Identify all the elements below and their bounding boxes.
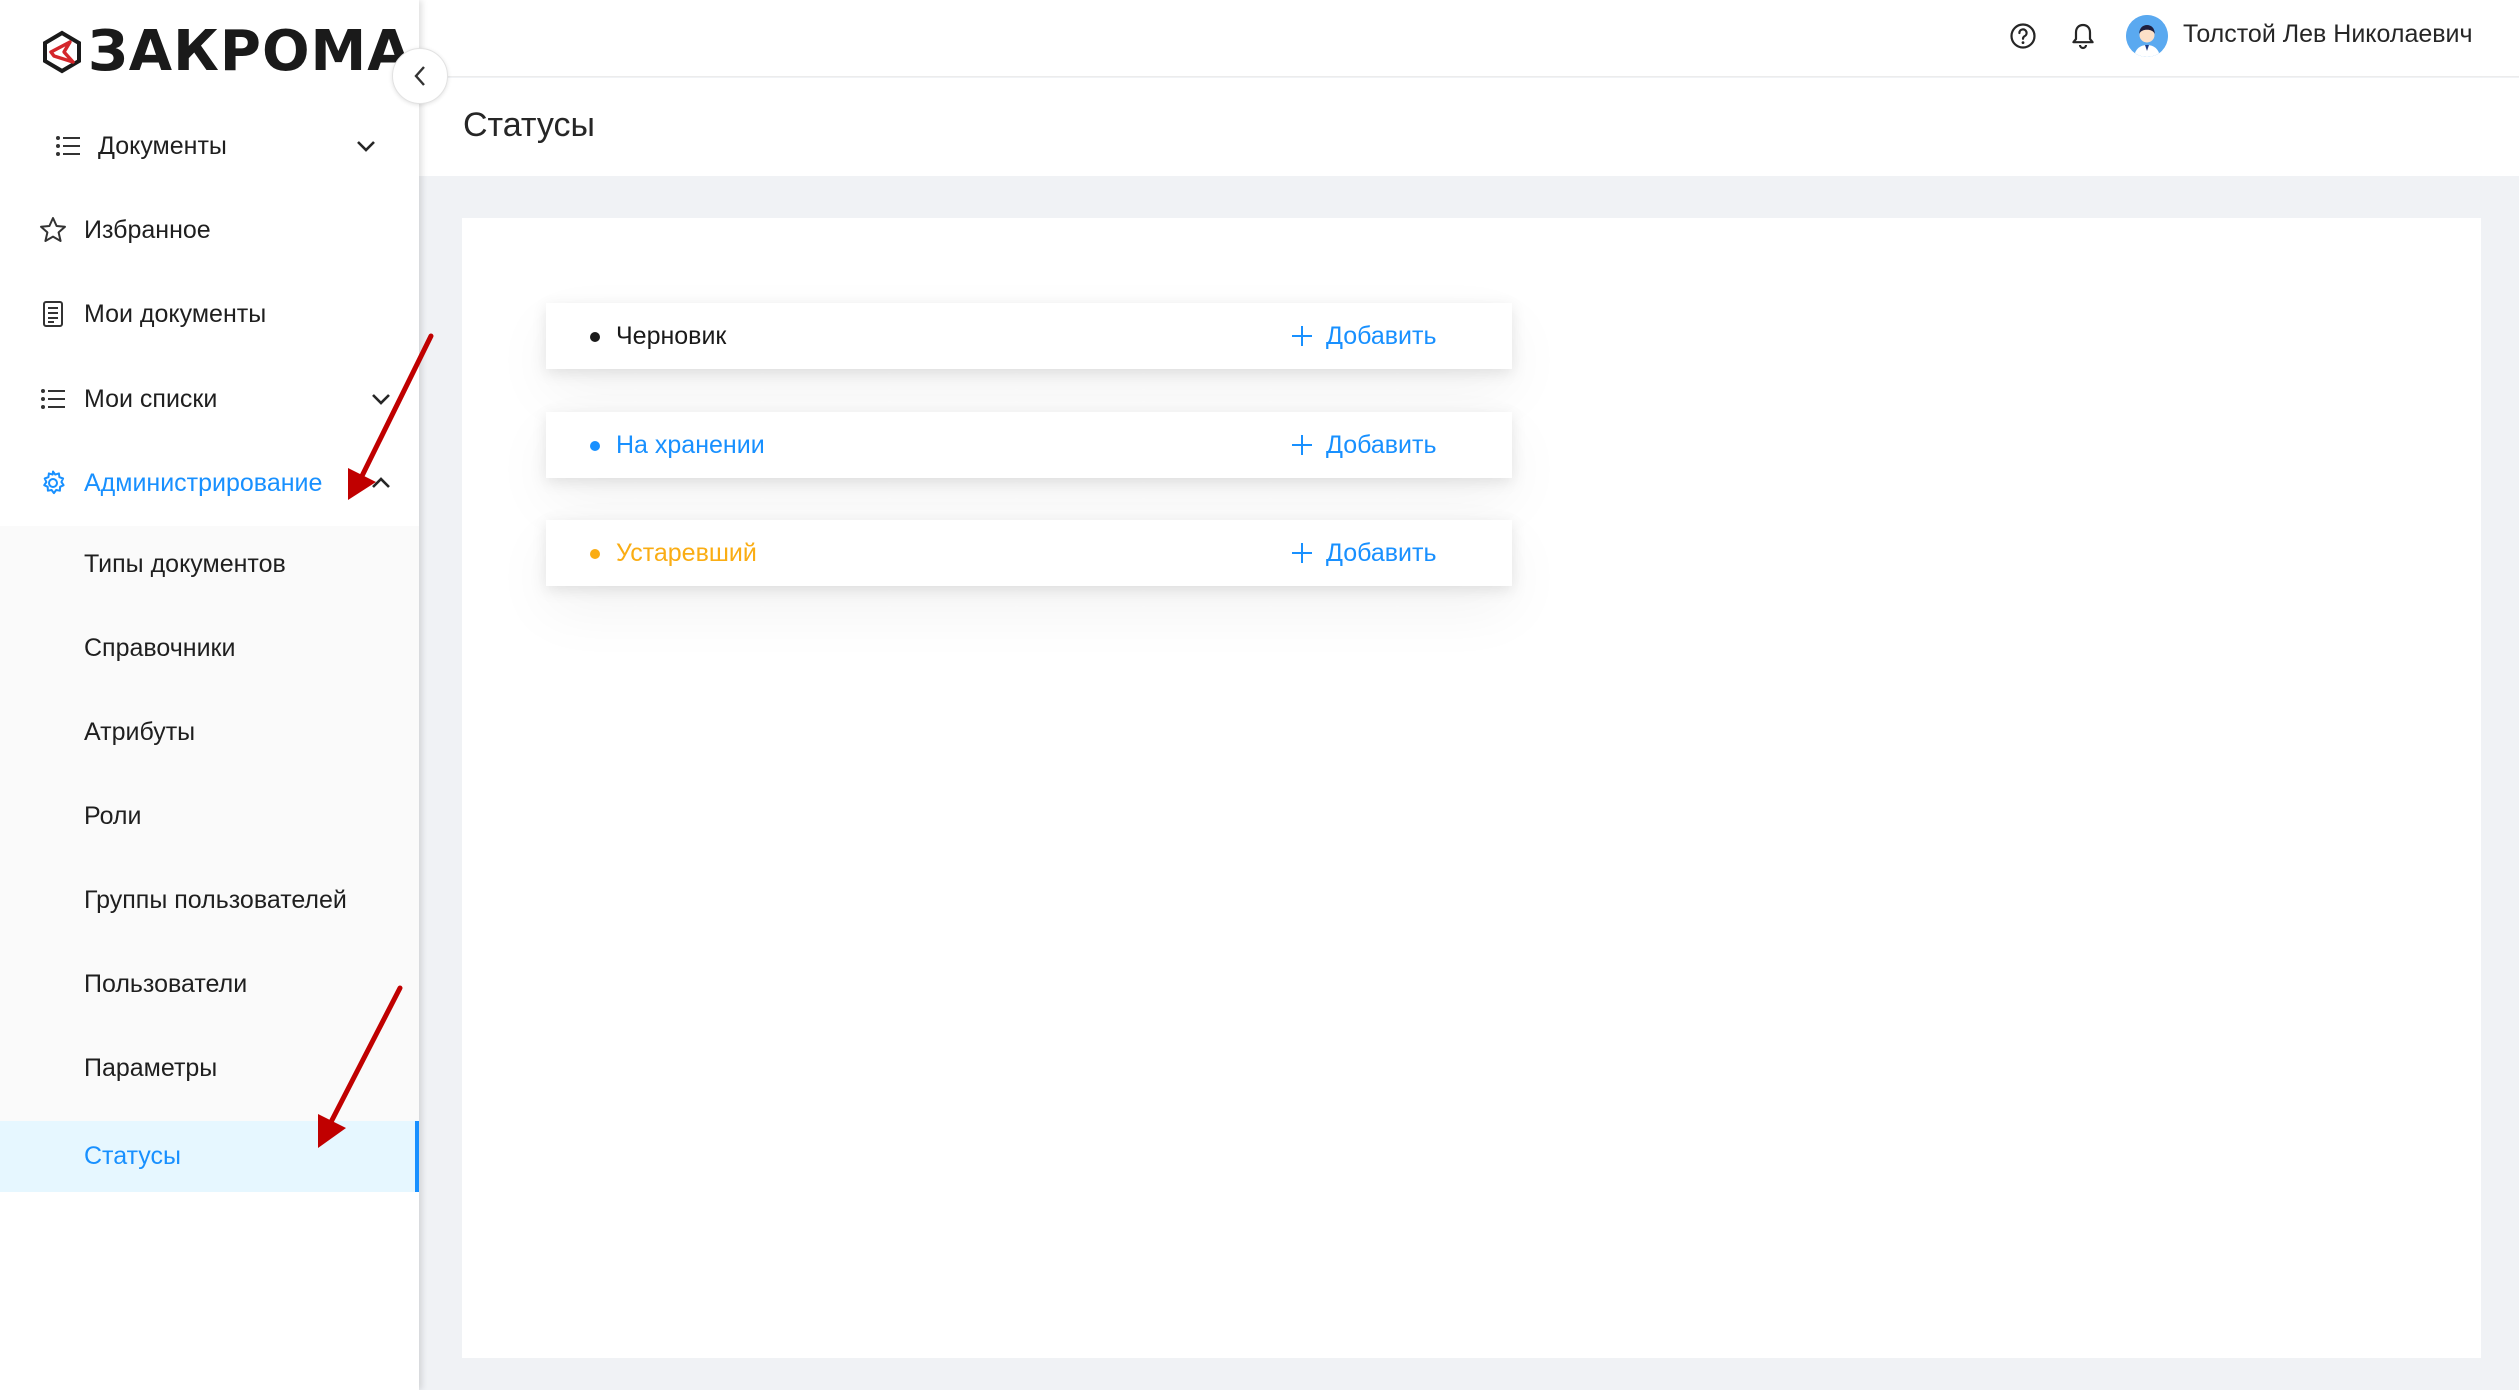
sidebar-item-label: Группы пользователей — [84, 885, 347, 914]
sidebar-item-label: Типы документов — [84, 549, 286, 578]
plus-icon — [1292, 543, 1312, 563]
add-status-button[interactable]: Добавить — [1290, 322, 1437, 351]
status-dot — [590, 332, 600, 342]
sidebar-item-statuses[interactable]: Статусы — [0, 1121, 419, 1192]
chevron-down-icon — [370, 388, 392, 410]
user-avatar-icon — [2126, 15, 2168, 57]
add-status-button[interactable]: Добавить — [1290, 539, 1437, 568]
sidebar: ЗАКРОМА Документы Избранное Мои документ… — [0, 0, 419, 1390]
add-label: Добавить — [1326, 538, 1437, 567]
sidebar-item-label: Роли — [84, 801, 142, 830]
administration-submenu: Типы документов Справочники Атрибуты Рол… — [0, 526, 419, 1192]
logo-mark-icon — [43, 30, 81, 74]
avatar[interactable] — [2126, 15, 2168, 57]
chevron-left-icon — [414, 66, 425, 86]
sidebar-item-favorites[interactable]: Избранное — [0, 192, 419, 268]
star-icon — [39, 216, 67, 244]
status-name: Черновик — [616, 321, 727, 350]
chevron-down-icon — [355, 135, 377, 157]
plus-icon — [1292, 435, 1312, 455]
sidebar-item-label: Документы — [98, 131, 227, 160]
sidebar-item-label: Атрибуты — [84, 717, 196, 746]
gear-icon — [39, 469, 67, 497]
sidebar-item-documents[interactable]: Документы — [0, 108, 419, 184]
list-icon — [54, 132, 82, 160]
sidebar-item-label: Статусы — [84, 1142, 181, 1170]
plus-icon — [1292, 326, 1312, 346]
collapse-sidebar-button[interactable] — [392, 48, 448, 104]
status-dot — [590, 549, 600, 559]
app-logo[interactable]: ЗАКРОМА — [40, 22, 412, 82]
logo-text: ЗАКРОМА — [88, 19, 412, 84]
add-label: Добавить — [1326, 430, 1437, 459]
status-dot — [590, 441, 600, 451]
status-row[interactable]: Устаревший Добавить — [546, 520, 1512, 586]
status-name: На хранении — [616, 430, 765, 459]
sidebar-item-label: Мои документы — [84, 299, 267, 328]
sidebar-item-user-groups[interactable]: Группы пользователей — [0, 862, 419, 938]
sidebar-item-users[interactable]: Пользователи — [0, 946, 419, 1022]
top-header: Толстой Лев Николаевич — [419, 0, 2519, 77]
status-row[interactable]: На хранении Добавить — [546, 412, 1512, 478]
sidebar-item-label: Избранное — [84, 215, 211, 244]
sidebar-item-label: Параметры — [84, 1053, 218, 1082]
status-row[interactable]: Черновик Добавить — [546, 303, 1512, 369]
sidebar-item-label: Мои списки — [84, 384, 218, 413]
status-name: Устаревший — [616, 538, 757, 567]
bell-icon[interactable] — [2067, 20, 2099, 52]
add-status-button[interactable]: Добавить — [1290, 431, 1437, 460]
sidebar-item-label: Справочники — [84, 633, 236, 662]
sidebar-item-label: Пользователи — [84, 969, 248, 998]
add-label: Добавить — [1326, 321, 1437, 350]
chevron-up-icon — [370, 472, 392, 494]
sidebar-item-document-types[interactable]: Типы документов — [0, 526, 419, 602]
page-header: Статусы — [419, 78, 2519, 176]
help-icon[interactable] — [2007, 20, 2039, 52]
sidebar-item-administration[interactable]: Администрирование — [0, 445, 419, 521]
sidebar-item-attributes[interactable]: Атрибуты — [0, 694, 419, 770]
document-icon — [39, 300, 67, 328]
sidebar-item-roles[interactable]: Роли — [0, 778, 419, 854]
list-icon — [39, 385, 67, 413]
sidebar-item-my-documents[interactable]: Мои документы — [0, 276, 419, 352]
sidebar-item-directories[interactable]: Справочники — [0, 610, 419, 686]
sidebar-item-my-lists[interactable]: Мои списки — [0, 361, 419, 437]
page-title: Статусы — [463, 106, 595, 144]
sidebar-item-label: Администрирование — [84, 468, 323, 497]
statuses-panel: Черновик Добавить На хранении Добавить У… — [462, 218, 2481, 1358]
user-name[interactable]: Толстой Лев Николаевич — [2183, 20, 2473, 49]
sidebar-item-parameters[interactable]: Параметры — [0, 1030, 419, 1106]
